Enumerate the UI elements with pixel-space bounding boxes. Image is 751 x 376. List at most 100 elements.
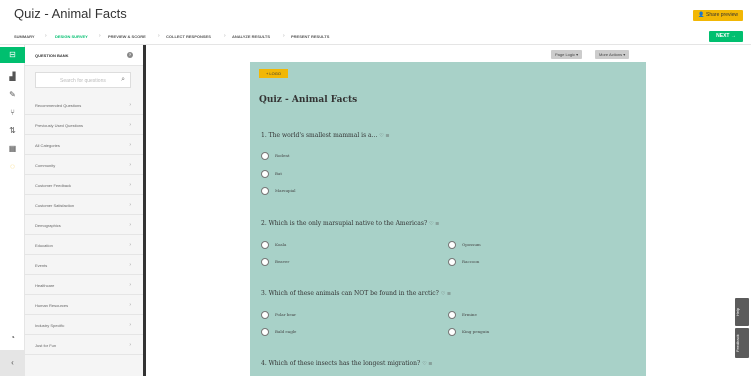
search-placeholder: Search for questions <box>60 78 106 84</box>
help-icon[interactable]: ? <box>127 52 133 58</box>
category-label: Customer Satisfaction <box>35 203 75 208</box>
question-bank-panel: QUESTION BANK ? Search for questions ⌕ R… <box>25 45 146 376</box>
answer-option[interactable]: Beaver <box>261 258 289 266</box>
option-label: Koala <box>275 242 287 247</box>
builder-icon[interactable]: ▟ <box>7 71 18 82</box>
radio-button[interactable] <box>448 241 456 249</box>
more-actions-button[interactable]: More Actions ▾ <box>595 50 630 59</box>
chevron-right-icon: › <box>129 182 131 188</box>
question-4[interactable]: 4. Which of these insects has the longes… <box>261 360 432 367</box>
chevron-right-icon: › <box>129 302 131 308</box>
left-tool-rail: ⊟ ▟ ✎ ⑂ ⇅ ▦ ◌ ◔ ‹ <box>0 45 25 376</box>
answer-option[interactable]: Rodent <box>261 152 290 160</box>
category-label: Recommended Questions <box>35 103 82 108</box>
category-label: Just for Fun <box>35 343 57 348</box>
radio-button[interactable] <box>448 328 456 336</box>
radio-button[interactable] <box>261 328 269 336</box>
category-label: Industry Specific <box>35 323 65 328</box>
edit-icon[interactable]: ✎ <box>7 89 18 100</box>
step-arrow-icon: › <box>283 33 285 39</box>
step-arrow-icon: › <box>224 33 226 39</box>
answer-option[interactable]: Polar bear <box>261 311 296 319</box>
answer-option[interactable]: Koala <box>261 241 286 249</box>
bank-category-customer-satisfaction[interactable]: Customer Satisfaction › <box>25 195 143 215</box>
option-label: Raccoon <box>462 259 480 264</box>
category-label: Healthcare <box>35 283 55 288</box>
bank-category-industry-specific[interactable]: Industry Specific › <box>25 315 143 335</box>
question-text: 3. Which of these animals can NOT be fou… <box>261 290 439 297</box>
bank-category-all[interactable]: All Categories › <box>25 135 143 155</box>
option-label: King penguin <box>462 329 490 334</box>
answer-option[interactable]: Bat <box>261 170 282 178</box>
radio-button[interactable] <box>448 258 456 266</box>
logic-icon[interactable]: ⑂ <box>7 107 18 118</box>
collapse-panel-icon[interactable]: ‹ <box>0 350 25 376</box>
chevron-right-icon: › <box>129 222 131 228</box>
category-label: Events <box>35 263 48 268</box>
next-button[interactable]: NEXT → <box>709 31 743 42</box>
step-arrow-icon: › <box>99 33 101 39</box>
radio-button[interactable] <box>261 152 269 160</box>
category-label: All Categories <box>35 143 60 148</box>
page-logic-button[interactable]: Page Logic ▾ <box>551 50 583 59</box>
chevron-right-icon: › <box>129 282 131 288</box>
bank-category-previously-used[interactable]: Previously Used Questions › <box>25 115 143 135</box>
radio-button[interactable] <box>261 258 269 266</box>
feedback-tab[interactable]: Feedback <box>735 328 749 358</box>
radio-button[interactable] <box>261 187 269 195</box>
heart-icon: ♡ ≡ <box>429 221 440 227</box>
bank-category-education[interactable]: Education › <box>25 235 143 255</box>
answer-option[interactable]: Marsupial <box>261 187 296 195</box>
tag-icon[interactable]: ◌ <box>7 161 18 172</box>
radio-button[interactable] <box>261 170 269 178</box>
step-summary[interactable]: SUMMARY <box>14 34 35 39</box>
radio-button[interactable] <box>448 311 456 319</box>
step-collect-responses[interactable]: COLLECT RESPONSES <box>166 34 211 39</box>
caret-down-icon: ▾ <box>623 52 626 57</box>
print-icon[interactable]: ▦ <box>7 143 18 154</box>
options-icon[interactable]: ⇅ <box>7 125 18 136</box>
step-design-survey[interactable]: DESIGN SURVEY <box>55 34 88 39</box>
question-3[interactable]: 3. Which of these animals can NOT be fou… <box>261 290 451 297</box>
clock-icon[interactable]: ◔ <box>0 333 25 349</box>
question-1[interactable]: 1. The world's smallest mammal is a... ♡… <box>261 132 390 139</box>
option-label: Polar bear <box>275 312 297 317</box>
more-actions-label: More Actions <box>599 52 623 57</box>
option-label: Rodent <box>275 153 290 158</box>
bank-category-customer-feedback[interactable]: Customer Feedback › <box>25 175 143 195</box>
chevron-right-icon: › <box>129 102 131 108</box>
radio-button[interactable] <box>261 311 269 319</box>
question-search-input[interactable]: Search for questions ⌕ <box>35 72 131 88</box>
bank-category-just-for-fun[interactable]: Just for Fun › <box>25 335 143 355</box>
step-analyze-results[interactable]: ANALYZE RESULTS <box>232 34 270 39</box>
step-arrow-icon: › <box>158 33 160 39</box>
answer-option[interactable]: Opossum <box>448 241 481 249</box>
answer-option[interactable]: Ermine <box>448 311 477 319</box>
question-2[interactable]: 2. Which is the only marsupial native to… <box>261 220 439 227</box>
help-tab[interactable]: Help <box>735 298 749 326</box>
answer-option[interactable]: King penguin <box>448 328 489 336</box>
bank-category-healthcare[interactable]: Healthcare › <box>25 275 143 295</box>
bank-category-human-resources[interactable]: Human Resources › <box>25 295 143 315</box>
share-preview-button[interactable]: 👤 Share preview <box>693 10 743 21</box>
survey-page: + LOGO Quiz - Animal Facts 1. The world'… <box>250 62 646 376</box>
search-icon[interactable]: ⌕ <box>121 76 125 84</box>
add-logo-button[interactable]: + LOGO <box>259 69 288 78</box>
bank-category-recommended[interactable]: Recommended Questions › <box>25 95 143 115</box>
question-bank-icon[interactable]: ⊟ <box>0 47 25 63</box>
workflow-steps: SUMMARY › DESIGN SURVEY › PREVIEW & SCOR… <box>0 28 751 45</box>
answer-option[interactable]: Raccoon <box>448 258 479 266</box>
survey-page-title[interactable]: Quiz - Animal Facts <box>259 95 357 105</box>
question-text: 2. Which is the only marsupial native to… <box>261 220 428 227</box>
step-preview-score[interactable]: PREVIEW & SCORE <box>108 34 146 39</box>
bank-category-community[interactable]: Community › <box>25 155 143 175</box>
survey-title[interactable]: Quiz - Animal Facts <box>14 6 127 21</box>
page-logic-label: Page Logic <box>555 52 576 57</box>
step-present-results[interactable]: PRESENT RESULTS <box>291 34 329 39</box>
answer-option[interactable]: Bald eagle <box>261 328 296 336</box>
question-text: 1. The world's smallest mammal is a... <box>261 132 378 139</box>
bank-category-demographics[interactable]: Demographics › <box>25 215 143 235</box>
top-bar: Quiz - Animal Facts 👤 Share preview <box>0 0 751 28</box>
radio-button[interactable] <box>261 241 269 249</box>
bank-category-events[interactable]: Events › <box>25 255 143 275</box>
